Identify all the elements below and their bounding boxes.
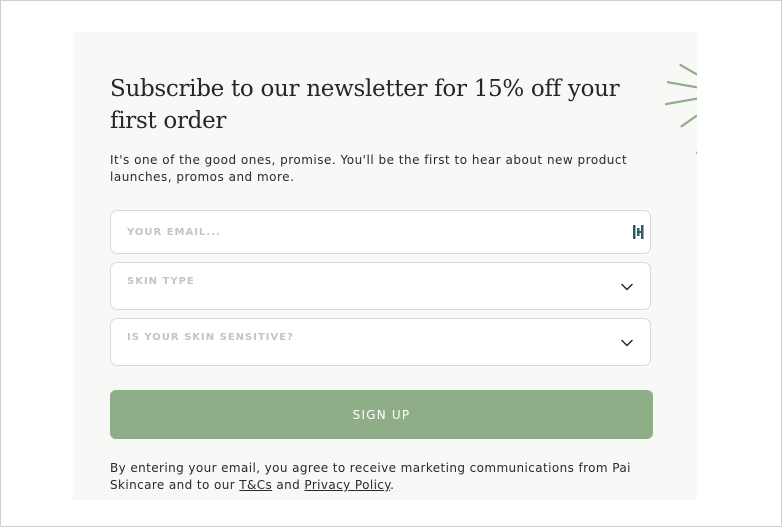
skin-sensitive-placeholder: IS YOUR SKIN SENSITIVE? [127, 332, 294, 343]
sun-ray [666, 81, 697, 89]
privacy-policy-link[interactable]: Privacy Policy [304, 478, 390, 492]
chevron-down-icon [621, 339, 633, 347]
legal-suffix: . [390, 478, 395, 492]
newsletter-signup-panel: Subscribe to our newsletter for 15% off … [73, 32, 697, 500]
page-frame: Subscribe to our newsletter for 15% off … [0, 0, 782, 527]
legal-text: By entering your email, you agree to rec… [110, 460, 670, 494]
email-field[interactable] [111, 211, 650, 253]
legal-middle: and [272, 478, 305, 492]
sun-ray [680, 114, 697, 128]
skin-type-placeholder: SKIN TYPE [127, 276, 195, 287]
chevron-down-icon [621, 283, 633, 291]
sun-icon [664, 63, 697, 155]
skin-sensitive-select[interactable]: IS YOUR SKIN SENSITIVE? [110, 318, 651, 366]
terms-link[interactable]: T&Cs [239, 478, 272, 492]
sign-up-button[interactable]: SIGN UP [110, 390, 653, 439]
page-title: Subscribe to our newsletter for 15% off … [110, 76, 620, 134]
intro-text: It's one of the good ones, promise. You'… [110, 153, 628, 184]
password-manager-icon[interactable] [633, 225, 645, 239]
sun-ray [679, 63, 697, 76]
skin-type-select[interactable]: SKIN TYPE [110, 262, 651, 310]
email-field-wrapper [110, 210, 651, 254]
sun-ray [664, 97, 697, 106]
